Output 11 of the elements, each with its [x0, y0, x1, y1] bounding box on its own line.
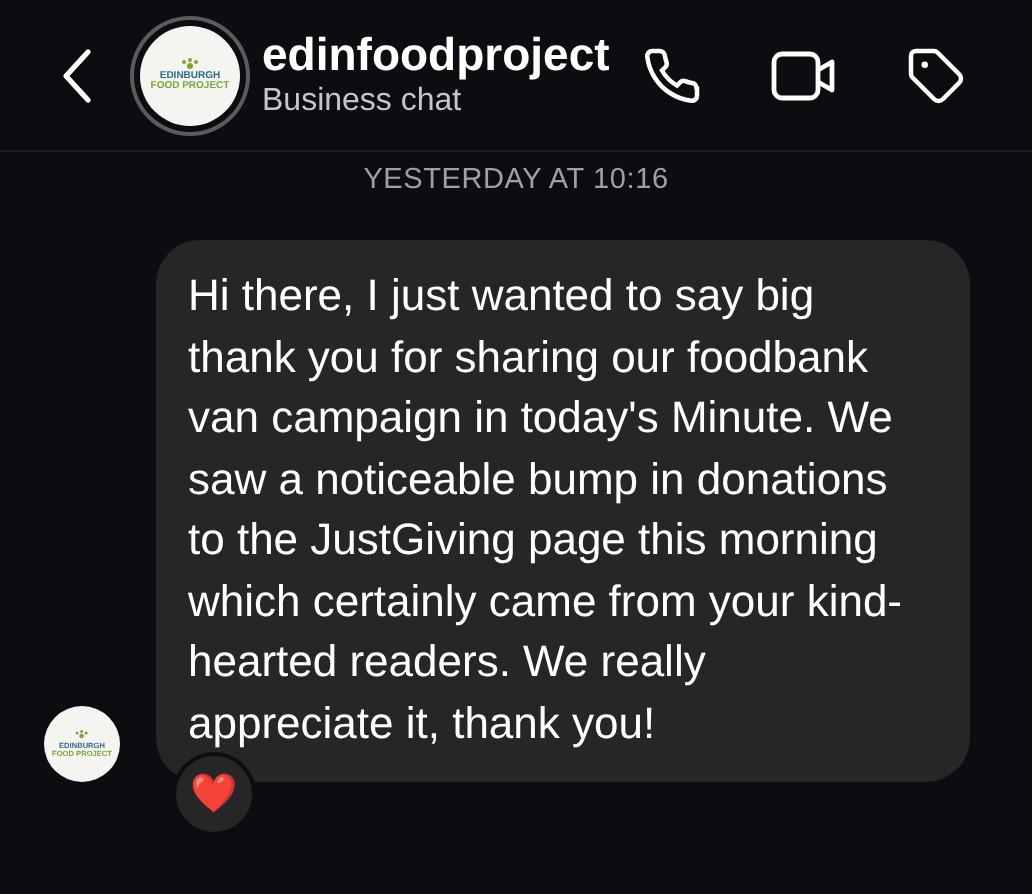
back-icon: [60, 47, 92, 103]
account-subtitle: Business chat: [262, 82, 464, 122]
tag-icon: [905, 45, 966, 105]
call-button[interactable]: [641, 45, 702, 105]
sprout-icon: [180, 57, 200, 72]
sprout-icon: [74, 730, 90, 742]
timestamp: YESTERDAY AT 10:16: [363, 164, 669, 196]
tag-button[interactable]: [905, 45, 966, 105]
phone-icon: [641, 45, 702, 105]
back-button[interactable]: [60, 47, 92, 103]
account-name: edinfoodproject: [262, 28, 610, 82]
